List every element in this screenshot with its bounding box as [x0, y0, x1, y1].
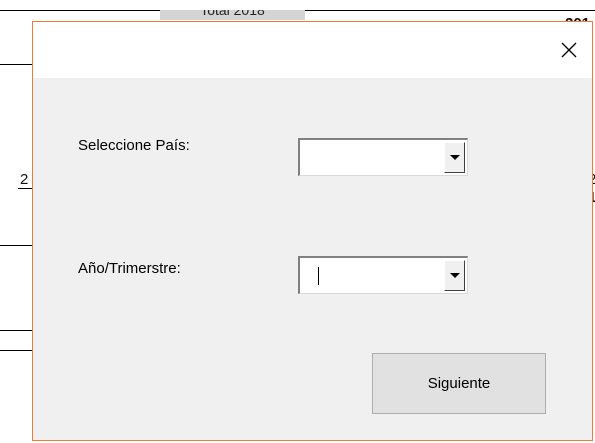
country-label: Seleccione País: [78, 137, 190, 154]
grid-line [0, 245, 32, 246]
chevron-down-icon [449, 273, 460, 278]
country-dropdown-button[interactable] [444, 142, 465, 173]
dialog-title-bar [33, 22, 592, 78]
column-header-text: Total 2018 [200, 10, 265, 18]
grid-line [18, 188, 32, 189]
text-caret [318, 267, 319, 285]
selection-dialog: Seleccione País: Año/Trimerstre: Siguien… [32, 21, 593, 441]
period-combobox[interactable] [298, 256, 468, 294]
chevron-down-icon [449, 155, 460, 160]
close-button[interactable] [546, 22, 592, 78]
next-button[interactable]: Siguiente [372, 353, 546, 414]
grid-line [0, 330, 32, 331]
period-label: Año/Trimerstre: [78, 260, 181, 277]
close-icon [561, 42, 577, 58]
grid-line [0, 350, 32, 351]
grid-line [0, 64, 32, 65]
cell-text-left: 2 [20, 171, 29, 188]
period-dropdown-button[interactable] [444, 260, 465, 291]
country-combobox[interactable] [298, 138, 468, 176]
column-header-cell: Total 2018 [160, 10, 305, 20]
